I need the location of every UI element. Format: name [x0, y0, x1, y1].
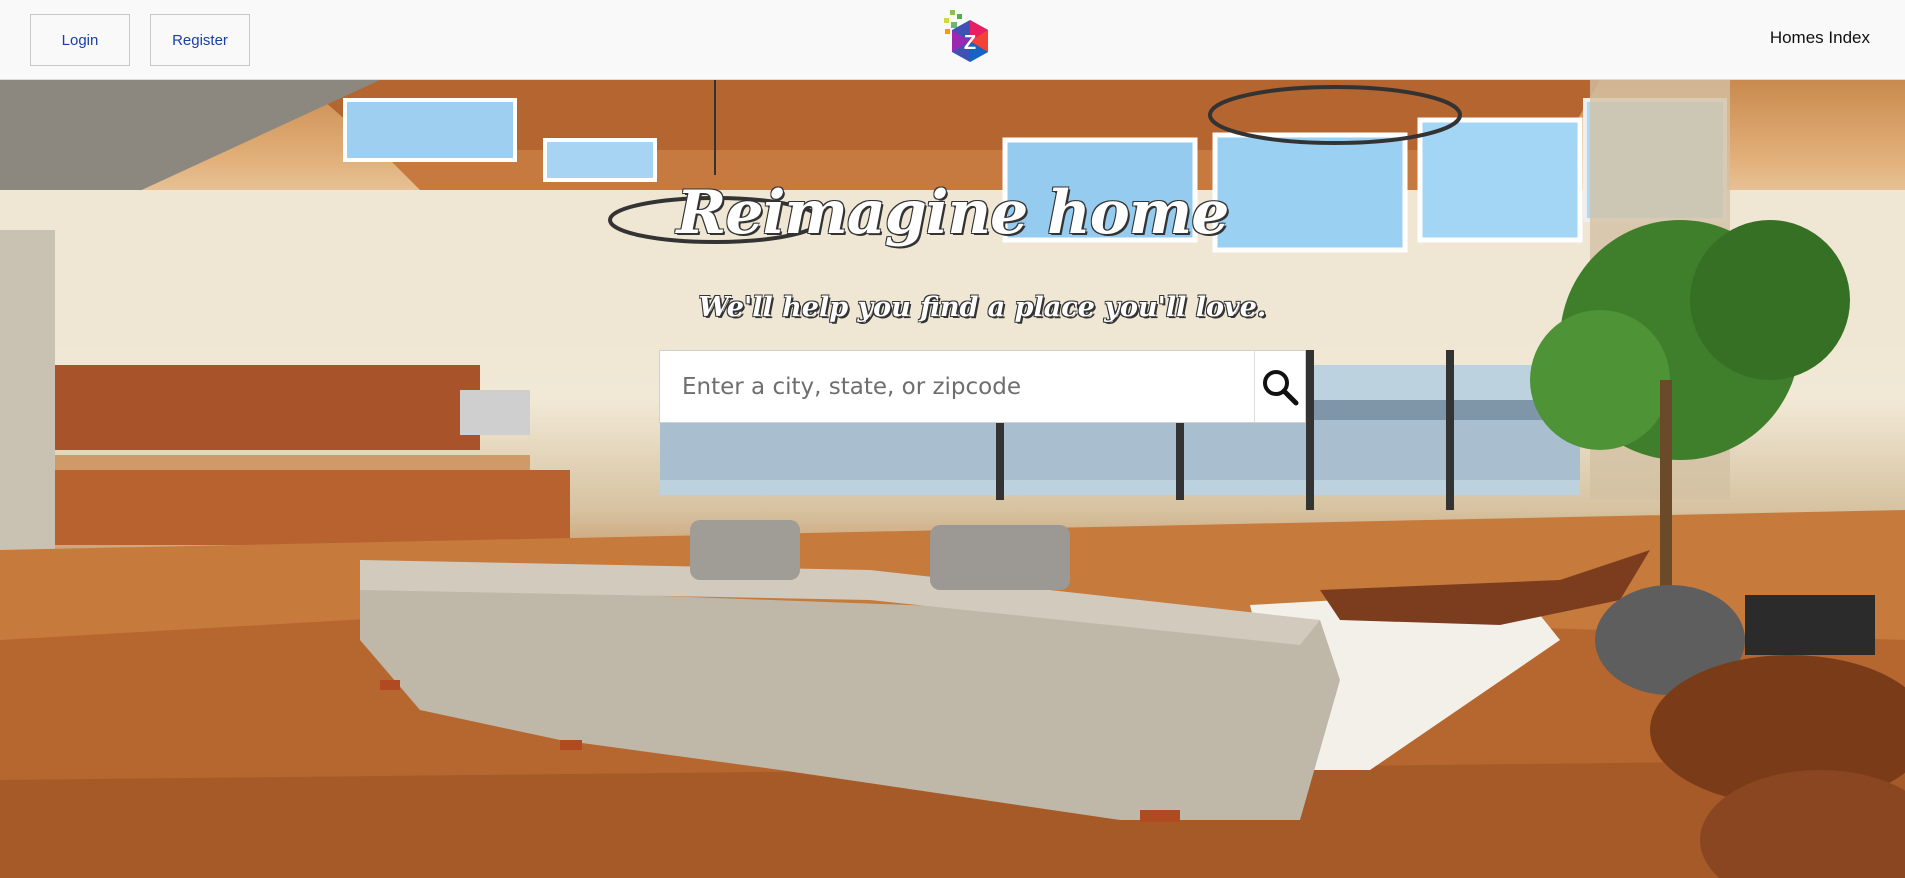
hero-headline: Reimagine home	[676, 178, 1230, 248]
location-search-input[interactable]	[660, 351, 1254, 422]
homes-index-link[interactable]: Homes Index	[1770, 28, 1870, 48]
top-nav-bar: Login Register Z Homes Index	[0, 0, 1905, 80]
hero-tagline: We'll help you find a place you'll love.	[698, 292, 1267, 323]
login-button[interactable]: Login	[30, 14, 130, 66]
svg-text:Z: Z	[964, 32, 976, 54]
register-button[interactable]: Register	[150, 14, 250, 66]
search-button[interactable]	[1254, 351, 1305, 422]
search-icon	[1263, 369, 1299, 405]
location-search-box	[659, 350, 1306, 423]
z-logo-icon[interactable]: Z	[940, 8, 996, 72]
hero-section: Reimagine home We'll help you find a pla…	[0, 80, 1905, 878]
